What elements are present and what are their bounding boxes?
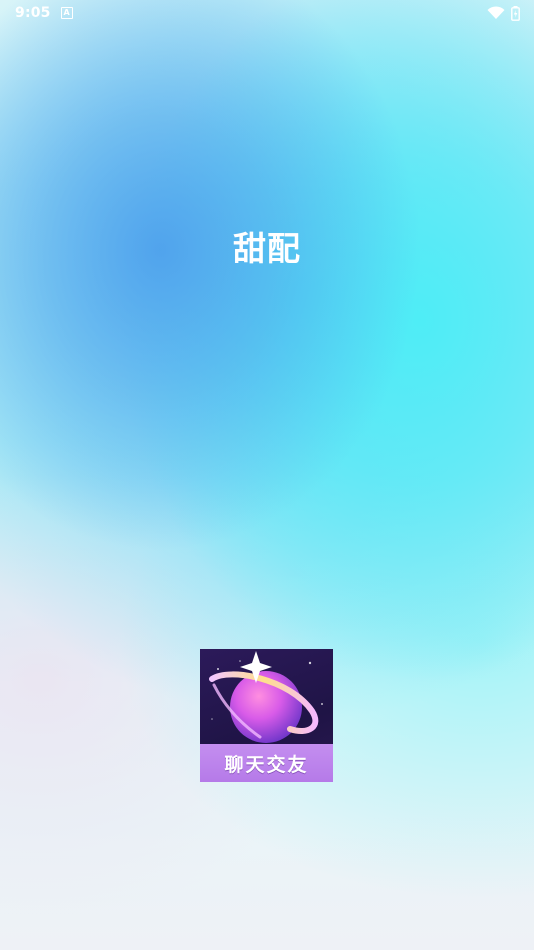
app-logo: 聊天交友: [200, 649, 333, 782]
wifi-icon: [487, 6, 505, 19]
a-icon: A: [60, 7, 73, 19]
app-name-title: 甜配: [233, 229, 301, 268]
logo-caption: 聊天交友: [224, 753, 309, 776]
status-time: 9:05: [15, 5, 51, 21]
splash-screen: 9:05 A 甜配 聊天交友: [0, 0, 534, 950]
logo-banner: 聊天交友: [200, 744, 333, 782]
status-bar: 9:05 A: [0, 0, 534, 26]
battery-icon: [511, 5, 520, 21]
status-left: 9:05 A: [15, 5, 73, 21]
status-right: [487, 5, 520, 21]
gradient-background: [0, 0, 534, 950]
